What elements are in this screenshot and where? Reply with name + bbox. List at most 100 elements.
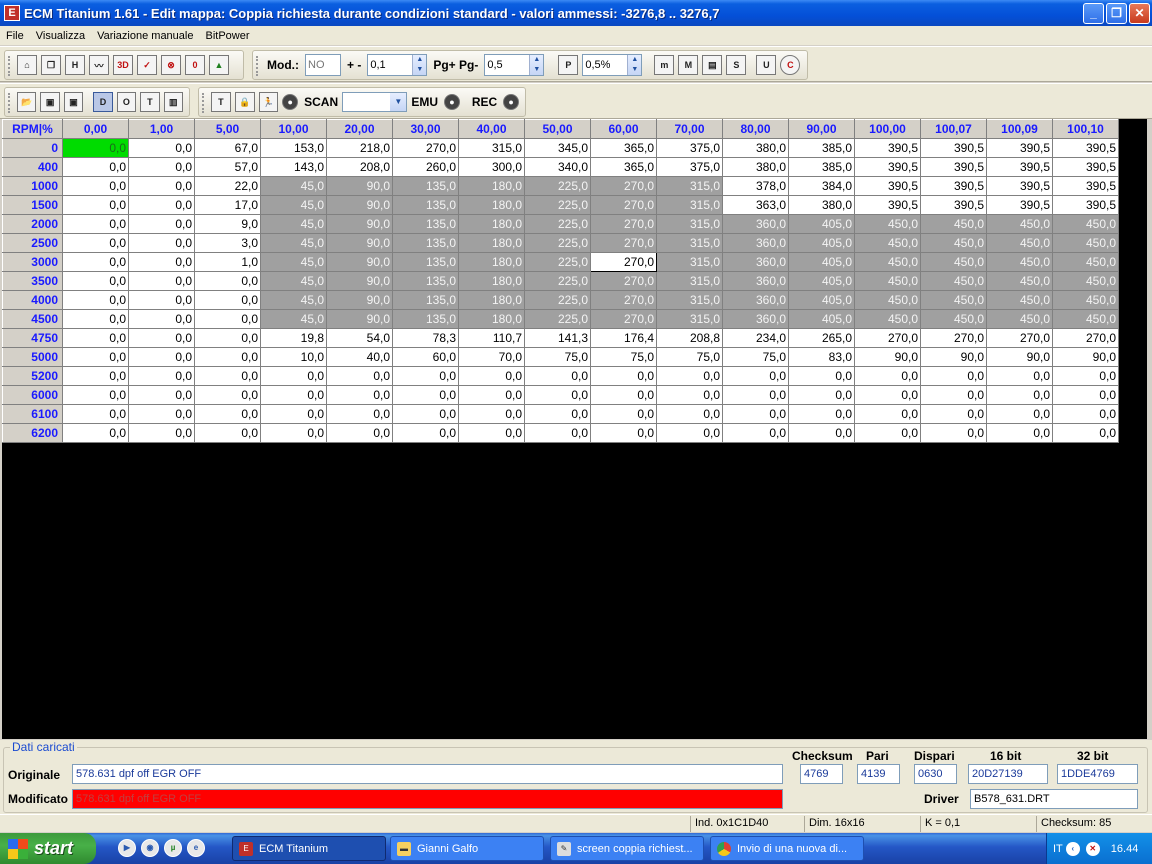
map-cell[interactable]: 0,0 (62, 385, 129, 405)
map-cell[interactable]: 270,0 (854, 328, 921, 348)
map-cell[interactable]: 135,0 (392, 214, 459, 234)
colors-icon[interactable]: ▤ (702, 55, 723, 75)
map-cell[interactable]: 143,0 (260, 157, 327, 177)
map-cell[interactable]: 0,0 (920, 404, 987, 424)
map-cell[interactable]: 365,0 (590, 157, 657, 177)
map-cell[interactable]: 405,0 (788, 252, 855, 272)
map-cell[interactable]: 0,0 (788, 366, 855, 386)
map-cell[interactable]: 180,0 (458, 290, 525, 310)
map-cell[interactable]: 0,0 (986, 404, 1053, 424)
map-cell[interactable]: 375,0 (656, 138, 723, 158)
emu-button-icon[interactable]: ● (444, 94, 460, 110)
map-cell[interactable]: 450,0 (986, 271, 1053, 291)
row-header[interactable]: 1000 (2, 176, 63, 196)
map-cell[interactable]: 450,0 (854, 271, 921, 291)
map-cell[interactable]: 90,0 (326, 176, 393, 196)
map-cell[interactable]: 390,5 (986, 157, 1053, 177)
firefox-icon[interactable]: ◉ (141, 839, 159, 857)
map-cell[interactable]: 17,0 (194, 195, 261, 215)
chevron-down-icon[interactable]: ▼ (390, 93, 407, 111)
map-cell[interactable]: 270,0 (986, 328, 1053, 348)
map-cell[interactable]: 0,0 (128, 404, 195, 424)
map-cell[interactable]: 270,0 (590, 271, 657, 291)
column-header[interactable]: 60,00 (590, 119, 657, 139)
map-cell[interactable]: 380,0 (722, 138, 789, 158)
media-player-icon[interactable]: ▶ (118, 839, 136, 857)
map-cell[interactable]: 225,0 (524, 195, 591, 215)
column-header[interactable]: 0,00 (62, 119, 129, 139)
map-cell[interactable]: 450,0 (854, 290, 921, 310)
map-cell[interactable]: 40,0 (326, 347, 393, 367)
map-cell[interactable]: 0,0 (524, 404, 591, 424)
row-header[interactable]: 2500 (2, 233, 63, 253)
map-cell[interactable]: 75,0 (590, 347, 657, 367)
originale-field[interactable]: 578.631 dpf off EGR OFF (72, 764, 783, 784)
plusminus-spinner[interactable]: ▲▼ (367, 54, 428, 76)
column-header[interactable]: 100,00 (854, 119, 921, 139)
map-cell[interactable]: 90,0 (920, 347, 987, 367)
start-button[interactable]: start (0, 833, 96, 864)
scan-dropdown[interactable]: ▼ (342, 92, 408, 112)
map-cell[interactable]: 45,0 (260, 195, 327, 215)
task-screen-coppia[interactable]: ✎ screen coppia richiest... (550, 836, 704, 861)
map-cell[interactable]: 450,0 (1052, 252, 1119, 272)
map-cell[interactable]: 0,0 (656, 404, 723, 424)
rec-button-icon[interactable]: ● (503, 94, 519, 110)
t-view-icon[interactable]: T (140, 92, 160, 112)
map-cell[interactable]: 0,0 (920, 366, 987, 386)
map-cell[interactable]: 0,0 (194, 404, 261, 424)
map-cell[interactable]: 90,0 (326, 290, 393, 310)
map-cell[interactable]: 0,0 (854, 385, 921, 405)
cancel-icon[interactable]: ⊗ (161, 55, 181, 75)
internet-explorer-icon[interactable]: e (187, 839, 205, 857)
map-cell[interactable]: 176,4 (590, 328, 657, 348)
map-cell[interactable]: 390,5 (1052, 157, 1119, 177)
map-cell[interactable]: 0,0 (194, 347, 261, 367)
row-header[interactable]: 1500 (2, 195, 63, 215)
map-cell[interactable]: 270,0 (590, 176, 657, 196)
map-cell[interactable]: 0,0 (128, 252, 195, 272)
driver-field[interactable]: B578_631.DRT (970, 789, 1138, 809)
map-cell[interactable]: 0,0 (62, 176, 129, 196)
map-cell[interactable]: 450,0 (986, 214, 1053, 234)
percent-input[interactable] (583, 55, 628, 75)
map-cell[interactable]: 180,0 (458, 252, 525, 272)
map-cell[interactable]: 450,0 (986, 252, 1053, 272)
map-cell[interactable]: 0,0 (524, 366, 591, 386)
map-cell[interactable]: 135,0 (392, 233, 459, 253)
map-cell[interactable]: 0,0 (1052, 404, 1119, 424)
map-cell[interactable]: 405,0 (788, 233, 855, 253)
save-as-icon[interactable]: ▣ (63, 92, 84, 112)
map-cell[interactable]: 180,0 (458, 233, 525, 253)
map-cell[interactable]: 0,0 (656, 385, 723, 405)
home-icon[interactable]: ⌂ (17, 55, 37, 75)
maximize-button[interactable]: ❐ (1106, 2, 1127, 24)
row-header[interactable]: 6200 (2, 423, 63, 443)
column-header[interactable]: 40,00 (458, 119, 525, 139)
map-cell[interactable]: 0,0 (194, 271, 261, 291)
map-cell[interactable]: 0,0 (392, 423, 459, 443)
map-cell[interactable]: 57,0 (194, 157, 261, 177)
map-cell[interactable]: 180,0 (458, 214, 525, 234)
column-header[interactable]: 70,00 (656, 119, 723, 139)
save-icon[interactable]: ▣ (40, 92, 60, 112)
map-cell[interactable]: 0,0 (458, 423, 525, 443)
map-cell[interactable]: 0,0 (128, 385, 195, 405)
map-cell[interactable]: 0,0 (656, 366, 723, 386)
map-cell[interactable]: 45,0 (260, 176, 327, 196)
row-header[interactable]: 6100 (2, 404, 63, 424)
3d-view-icon[interactable]: 3D (113, 55, 133, 75)
map-cell[interactable]: 45,0 (260, 214, 327, 234)
map-cell[interactable]: 380,0 (788, 195, 855, 215)
map-cell[interactable]: 153,0 (260, 138, 327, 158)
zero-icon[interactable]: 0 (185, 55, 205, 75)
toolbar-grip[interactable] (8, 56, 10, 76)
map-cell[interactable]: 384,0 (788, 176, 855, 196)
column-header[interactable]: 100,10 (1052, 119, 1119, 139)
map-cell[interactable]: 270,0 (920, 328, 987, 348)
map-cell[interactable]: 0,0 (128, 366, 195, 386)
map-cell[interactable]: 0,0 (392, 404, 459, 424)
toolbar-grip[interactable] (8, 93, 10, 113)
refresh-icon[interactable]: C (780, 55, 801, 75)
row-header[interactable]: 5200 (2, 366, 63, 386)
